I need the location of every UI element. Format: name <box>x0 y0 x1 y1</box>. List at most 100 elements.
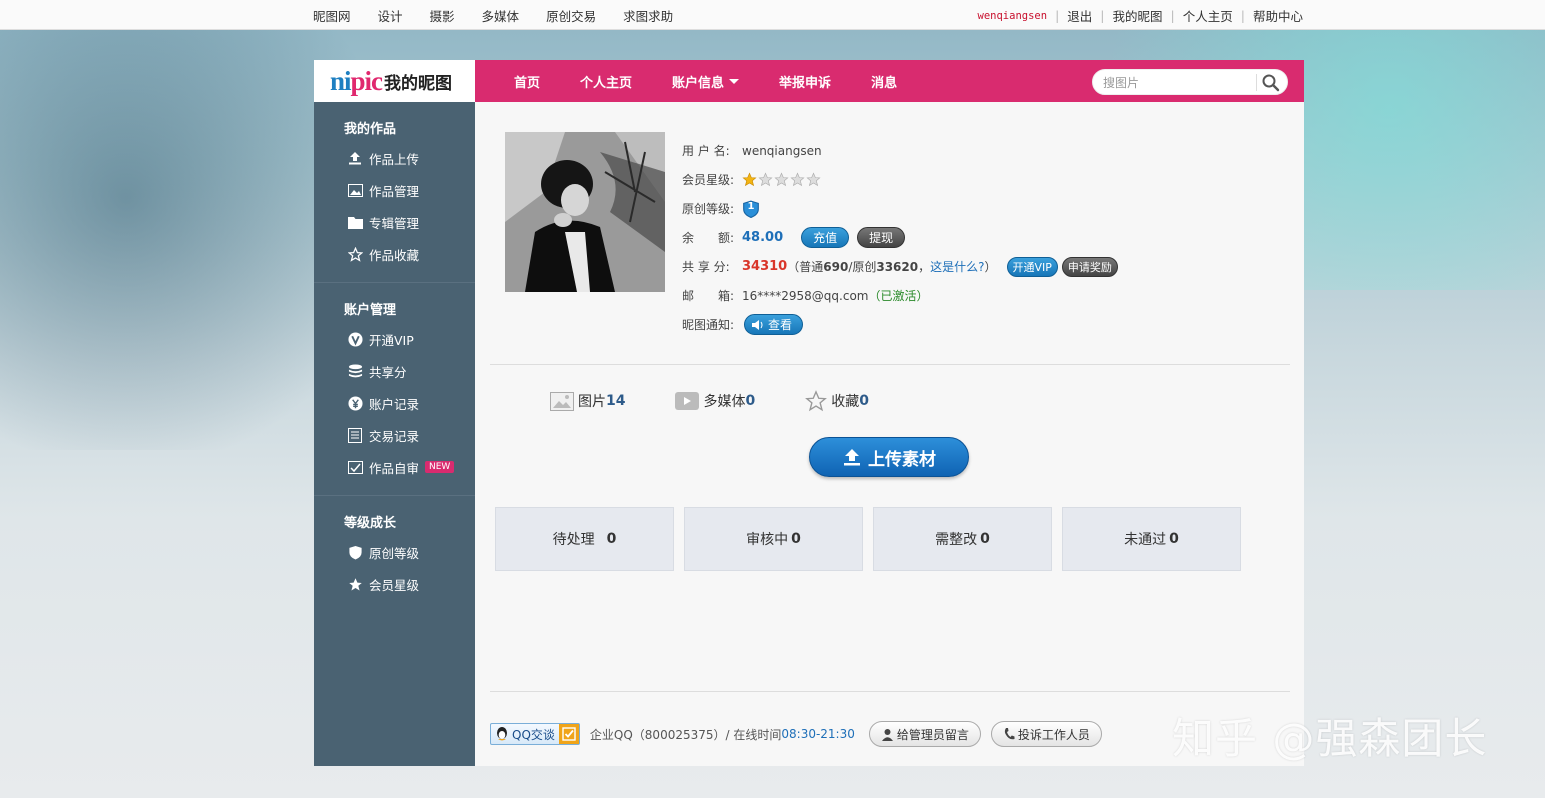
separator: | <box>1100 8 1105 23</box>
upload-material-button[interactable]: 上传素材 <box>809 437 969 477</box>
phone-icon <box>1003 727 1015 741</box>
help-center-link[interactable]: 帮助中心 <box>1253 6 1303 25</box>
complain-staff-button[interactable]: 投诉工作人员 <box>990 721 1102 747</box>
nav-messages[interactable]: 消息 <box>851 72 917 91</box>
email-value: 16****2958@qq.com <box>742 288 869 303</box>
logo[interactable]: ni pic 我的昵图 <box>314 60 475 102</box>
stat-multimedia[interactable]: 多媒体 0 <box>675 391 755 411</box>
toplink-multimedia[interactable]: 多媒体 <box>482 6 520 25</box>
image-icon <box>347 182 363 198</box>
status-reviewing[interactable]: 审核中 0 <box>684 507 863 571</box>
toplink-nipic[interactable]: 昵图网 <box>313 6 351 25</box>
star-empty-icon <box>758 172 773 187</box>
status-boxes: 待处理 0 审核中 0 需整改 0 未通过 0 <box>495 507 1241 571</box>
main-frame: nipic我的昵图 首页 个人主页 账户信息 举报申诉 消息 我的作品 作品上传 <box>314 60 1304 766</box>
sidebar-item-member-stars[interactable]: 会员星级 <box>314 568 475 600</box>
original-level-label: 原创等级: <box>682 202 735 216</box>
sidebar-item-label: 开通VIP <box>369 332 414 348</box>
sidebar-item-original-level[interactable]: 原创等级 <box>314 536 475 568</box>
status-label: 待处理 <box>552 532 595 548</box>
sidebar-item-label: 专辑管理 <box>369 215 420 231</box>
status-value: 0 <box>980 531 990 547</box>
logo-title: 我的昵图 <box>384 73 453 94</box>
profile-info: 用 户 名: wenqiangsen 会员星级: 原创等级: 1 余 额: 48… <box>682 136 1118 339</box>
star-empty-icon <box>806 172 821 187</box>
logout-link[interactable]: 退出 <box>1067 6 1092 25</box>
nav-report[interactable]: 举报申诉 <box>759 72 851 91</box>
star-outline-icon <box>347 246 363 262</box>
message-admin-button[interactable]: 给管理员留言 <box>868 721 981 747</box>
stat-pictures[interactable]: 图片 14 <box>550 391 625 411</box>
sidebar-group-title: 账户管理 <box>344 303 397 318</box>
open-vip-button[interactable]: 开通VIP <box>1006 256 1058 277</box>
divider <box>490 364 1290 365</box>
user-icon <box>881 728 894 741</box>
toplink-request[interactable]: 求图求助 <box>623 6 673 25</box>
logo-brand-pic: pic <box>350 65 384 96</box>
status-needs-fix[interactable]: 需整改 0 <box>873 507 1052 571</box>
row-notice: 昵图通知: 查看 <box>682 310 1118 339</box>
star-filled-icon <box>742 172 757 187</box>
view-notice-button[interactable]: 查看 <box>744 314 804 335</box>
status-pending[interactable]: 待处理 0 <box>495 507 674 571</box>
stat-value: 14 <box>606 393 626 409</box>
sidebar-item-label: 作品收藏 <box>369 247 420 263</box>
sidebar-item-label: 账户记录 <box>369 396 420 412</box>
stat-label: 多媒体 <box>703 394 746 410</box>
search-icon[interactable] <box>1261 73 1281 93</box>
watermark: 知乎 @强森团长 <box>1172 714 1488 763</box>
top-bar: 昵图网 设计 摄影 多媒体 原创交易 求图求助 wenqiangsen | 退出… <box>0 0 1545 30</box>
stat-label: 收藏 <box>831 394 860 410</box>
stats-bar: 图片 14 多媒体 0 收藏 0 <box>550 390 919 412</box>
nav-home[interactable]: 首页 <box>475 72 560 91</box>
apply-reward-button[interactable]: 申请奖励 <box>1061 256 1118 277</box>
toplink-photo[interactable]: 摄影 <box>430 6 455 25</box>
share-detail-d: ） <box>984 260 997 274</box>
my-nipic-link[interactable]: 我的昵图 <box>1113 6 1163 25</box>
username-link[interactable]: wenqiangsen <box>978 10 1048 22</box>
email-label: 邮 箱: <box>682 289 735 303</box>
homepage-link[interactable]: 个人主页 <box>1183 6 1233 25</box>
sidebar-item-manage[interactable]: 作品管理 <box>314 174 475 206</box>
database-icon <box>347 363 363 379</box>
yen-icon <box>347 395 363 411</box>
share-total: 34310 <box>742 259 788 274</box>
footer: QQ交谈 企业QQ（800025375）/ 在线时间 08:30-21:30 给… <box>490 721 1290 747</box>
sidebar-item-albums[interactable]: 专辑管理 <box>314 206 475 238</box>
status-value: 0 <box>791 531 801 547</box>
status-label: 需整改 <box>935 532 978 548</box>
qq-chat-button[interactable]: QQ交谈 <box>490 723 580 745</box>
nav-account-info[interactable]: 账户信息 <box>652 72 759 91</box>
toplink-design[interactable]: 设计 <box>378 6 403 25</box>
sidebar-item-self-review[interactable]: 作品自审 NEW <box>314 451 475 483</box>
upload-material-label: 上传素材 <box>868 449 936 470</box>
username-value: wenqiangsen <box>742 143 822 158</box>
row-email: 邮 箱: 16****2958@qq.com （已激活） <box>682 281 1118 310</box>
stat-favorites[interactable]: 收藏 0 <box>805 390 869 412</box>
logo-brand-ni: ni <box>330 65 352 96</box>
sidebar-item-favorites[interactable]: 作品收藏 <box>314 238 475 270</box>
avatar[interactable] <box>505 132 665 292</box>
sidebar-item-account-records[interactable]: 账户记录 <box>314 387 475 419</box>
search-input[interactable] <box>1103 74 1253 92</box>
sidebar-item-upload[interactable]: 作品上传 <box>314 142 475 174</box>
sidebar-item-trade-records[interactable]: 交易记录 <box>314 419 475 451</box>
share-what-link[interactable]: 这是什么? <box>930 258 984 275</box>
withdraw-button[interactable]: 提现 <box>857 227 906 248</box>
upload-icon <box>842 447 862 467</box>
row-member-level: 会员星级: <box>682 165 1118 194</box>
toplink-original-trade[interactable]: 原创交易 <box>546 6 596 25</box>
status-rejected[interactable]: 未通过 0 <box>1062 507 1241 571</box>
star-empty-icon <box>790 172 805 187</box>
sidebar-item-vip[interactable]: 开通VIP <box>314 323 475 355</box>
recharge-button[interactable]: 充值 <box>801 227 850 248</box>
sidebar-item-label: 作品自审 <box>369 460 420 476</box>
level-shield-icon: 1 <box>742 200 760 218</box>
qq-chat-label: QQ交谈 <box>512 727 555 742</box>
share-normal: 690 <box>823 259 849 274</box>
separator: | <box>1055 8 1060 23</box>
sidebar-item-label: 作品管理 <box>369 183 420 199</box>
nav-personal-home[interactable]: 个人主页 <box>560 72 652 91</box>
stat-label: 图片 <box>578 394 606 410</box>
sidebar-item-share-points[interactable]: 共享分 <box>314 355 475 387</box>
